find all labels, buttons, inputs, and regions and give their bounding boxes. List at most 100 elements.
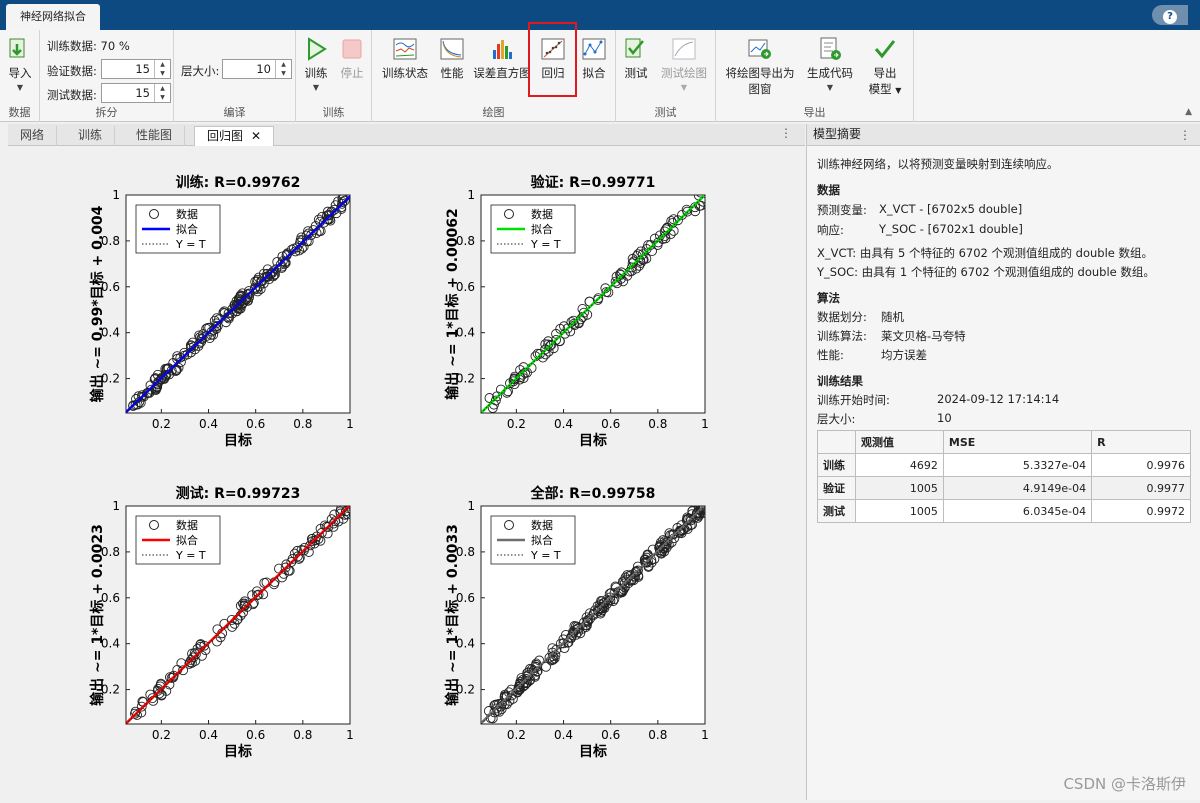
tab-training[interactable]: 训练 [66,126,116,146]
train-button[interactable]: 训练 ▼ [300,36,332,92]
train-label: 训练 [304,66,328,80]
y-axis-label: 输出 ~= 1*目标 + 0.0033 [444,524,461,706]
plot-train-state-button[interactable]: 训练状态 [378,36,432,81]
cell-r: 0.9977 [1091,476,1191,500]
x-tick-label: 1 [346,728,354,742]
plot-error-hist-button[interactable]: 误差直方图 [472,36,532,81]
col-header-mse: MSE [942,430,1093,454]
plot-title: 验证: R=0.99771 [531,174,656,191]
x-tick-label: 0.8 [293,728,312,742]
chevron-down-icon: ▼ [312,83,320,92]
col-header-r: R [1091,430,1191,454]
tab-performance[interactable]: 性能图 [124,126,186,146]
train-split-text: 训练数据: 70 % [47,39,130,53]
group-compile: 层大小: 10 ▲ ▼ 编译 [174,30,296,122]
test-split-stepper[interactable]: 15 ▲ ▼ [101,83,171,103]
start-time-label: 训练开始时间: [817,393,890,407]
export-plot-label-2: 图窗 [748,82,772,96]
val-split-value: 15 [135,62,150,76]
model-summary-panel: 模型摘要 ⋮ 训练神经网络，以将预测变量映射到连续响应。 数据 预测变量: X_V… [806,124,1200,800]
plot-perf-button[interactable]: 性能 [436,36,468,81]
generate-code-icon [820,37,841,60]
table-header-row: 观测值 MSE R [817,430,1191,454]
x-axis-label: 目标 [579,743,607,760]
regression-plot-0: 0.2 0.4 0.6 0.8 10.20.40.60.81训练: R=0.99762目… [89,174,354,449]
export-model-button[interactable]: 导出 模型 ▼ [862,36,908,97]
chevron-down-icon: ▼ [680,83,688,92]
table-row: 验证 1005 4.9149e-04 0.9977 [817,476,1191,500]
legend-fit-label: 拟合 [531,533,553,547]
group-label-test: 测试 [654,106,677,119]
layer-size-value-summary: 10 [937,411,952,425]
layer-size-stepper[interactable]: 10 ▲ ▼ [222,59,292,79]
plot-legend: 数据拟合 Y = T [135,204,221,254]
x-tick-label: 0.2 [152,417,171,431]
test-plot-button[interactable]: 测试绘图 ▼ [656,36,712,92]
test-button[interactable]: 测试 [620,36,652,81]
export-plot-label: 将绘图导出为 [725,66,795,80]
val-split-stepper[interactable]: 15 ▲ ▼ [101,59,171,79]
table-row: 训练 4692 5.3327e-04 0.9976 [817,453,1191,477]
group-label-data: 数据 [8,106,31,119]
test-split-label: 测试数据: [47,88,97,102]
plot-legend: 数据拟合 Y = T [490,204,576,254]
tab-network[interactable]: 网络 [8,126,58,146]
close-icon[interactable]: ✕ [251,129,261,143]
legend-fit-label: 拟合 [176,222,198,236]
regression-plot-area: 0.2 0.4 0.6 0.8 1 0.2 0.4 0.6 0.8 1 训练: R=0.99762 目… [8,146,805,800]
group-split: 训练数据: 70 % 验证数据: 15 ▲ ▼ 测试数据: 15 ▲ ▼ 拆分 [40,30,174,122]
summary-header: 模型摘要 ⋮ [807,124,1200,146]
test-plot-icon [672,38,696,60]
app-tab[interactable]: 神经网络拟合 [6,4,100,30]
cell-mse: 4.9149e-04 [942,476,1093,500]
tab-menu-icon[interactable]: ⋮ [780,126,792,140]
data-point [699,496,708,505]
panel-menu-icon[interactable]: ⋮ [1179,125,1191,146]
export-plot-button[interactable]: 将绘图导出为 图窗 [722,36,798,97]
stepper-arrows-icon[interactable]: ▲ ▼ [275,60,291,78]
performance-plot-icon [440,38,464,60]
fit-plot-icon [582,38,606,60]
plot-title: 全部: R=0.99758 [530,485,656,502]
x-tick-label: 0.2 [507,728,526,742]
legend-data-label: 数据 [176,207,198,221]
group-label-split: 拆分 [95,106,118,119]
collapse-ribbon-icon[interactable]: ▲ [1185,107,1192,117]
import-label: 导入 [8,66,32,80]
plot-fit-button[interactable]: 拟合 [576,36,612,81]
predictor-value: X_VCT - [6702x5 double] [879,202,1023,216]
response-label: 响应: [817,223,844,237]
predictor-label: 预测变量: [817,203,867,217]
split-value: 随机 [881,310,904,324]
tab-regression[interactable]: 回归图 ✕ [194,126,275,146]
stepper-arrows-icon[interactable]: ▲ ▼ [154,60,170,78]
algo-value: 莱文贝格-马夸特 [881,329,966,343]
chevron-down-icon: ▼ [895,86,902,95]
stepper-arrows-icon[interactable]: ▲ ▼ [154,84,170,102]
x-axis-label: 目标 [579,432,607,449]
x-tick-label: 1 [701,417,709,431]
x-axis-label: 目标 [224,743,252,760]
x-tick-label: 1 [346,417,354,431]
legend-data-label: 数据 [531,207,553,221]
split-label: 数据划分: [817,310,867,324]
x-tick-label: 1 [701,728,709,742]
group-label-plots: 绘图 [482,106,505,119]
start-time-value: 2024-09-12 17:14:14 [937,392,1060,406]
data-heading: 数据 [817,183,840,197]
generate-code-button[interactable]: 生成代码 ▼ [804,36,856,92]
algo-label: 训练算法: [817,329,867,343]
help-icon: ? [1163,10,1177,24]
import-button[interactable]: 导入 ▼ [4,36,36,92]
watermark: CSDN @卡洛斯伊 [1063,775,1186,793]
row-label: 训练 [817,453,856,477]
y-tick-label: 1 [112,499,120,513]
response-value: Y_SOC - [6702x1 double] [879,222,1023,236]
x-description: X_VCT: 由具有 5 个特征的 6702 个观测值组成的 double 数组… [817,246,1154,260]
layer-size-value: 10 [256,62,271,76]
chevron-down-icon: ▼ [826,83,834,92]
stop-button[interactable]: 停止 [336,36,368,81]
help-button[interactable]: ? [1152,5,1188,25]
group-train: 训练 ▼ 停止 训练 [296,30,372,122]
legend-data-label: 数据 [176,518,198,532]
